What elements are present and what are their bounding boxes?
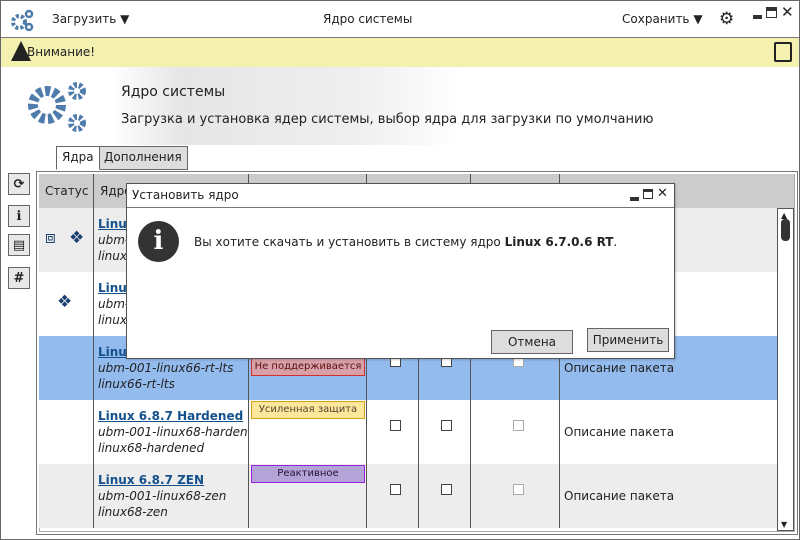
save-menu[interactable]: Сохранить ▼ <box>622 12 703 26</box>
cancel-button[interactable]: Отмена <box>491 330 573 354</box>
load-menu-label: Загрузить <box>52 12 117 26</box>
checkbox-cell <box>471 400 560 464</box>
close-icon[interactable]: ✕ <box>657 186 668 201</box>
checkbox-disabled <box>513 484 524 495</box>
checkbox-cell <box>471 464 560 528</box>
gear-icon[interactable]: ⚙ <box>719 9 734 29</box>
kernel-id: linux66-rt-lts <box>98 377 175 391</box>
kernel-package: ubm-001-linux66-rt-lts <box>98 361 234 375</box>
tag-badge: Усиленная защита <box>251 401 365 419</box>
dialog-message: Вы хотите скачать и установить в систему… <box>194 235 617 249</box>
header-banner: Ядро системы Загрузка и установка ядер с… <box>1 67 799 145</box>
kernel-package: ubm-001-linux68-zen <box>98 489 227 503</box>
hash-button[interactable]: # <box>8 267 30 289</box>
packages-icon: ⧈ <box>45 228 56 248</box>
checkbox[interactable] <box>390 420 401 431</box>
save-menu-label: Сохранить <box>622 12 690 26</box>
tab-kernels[interactable]: Ядра <box>56 146 100 170</box>
message-kernel: Linux 6.7.0.6 RT <box>504 235 614 249</box>
desc-cell: Описание пакета <box>560 464 777 528</box>
checkbox[interactable] <box>390 484 401 495</box>
tab-extras[interactable]: Дополнения <box>98 146 188 170</box>
package-description: Описание пакета <box>564 489 675 503</box>
warning-text: Внимание! <box>27 45 96 59</box>
status-cell <box>39 400 94 464</box>
load-menu[interactable]: Загрузить ▼ <box>52 12 129 26</box>
table-scrollbar[interactable]: ▲ ▼ <box>777 208 794 531</box>
tag-badge: Реактивное <box>251 465 365 483</box>
tags-cell: Реактивное <box>249 464 367 528</box>
document-icon: ▤ <box>12 237 26 253</box>
gears-logo-icon <box>11 9 34 32</box>
desc-cell: Описание пакета <box>560 400 777 464</box>
message-text: Вы хотите скачать и установить в систему… <box>194 235 505 249</box>
info-button[interactable]: ℹ <box>8 205 30 227</box>
status-cell: ⧈ ❖ <box>39 208 94 272</box>
refresh-icon: ⟳ <box>13 176 25 192</box>
maximize-icon[interactable] <box>766 7 777 18</box>
install-kernel-dialog: Установить ядро ✕ i Вы хотите скачать и … <box>126 183 675 359</box>
package-description: Описание пакета <box>564 361 675 375</box>
kernel-name-link[interactable]: Linux 6.8.7 ZEN <box>98 472 248 488</box>
minimize-icon[interactable] <box>630 197 639 201</box>
package-description: Описание пакета <box>564 425 675 439</box>
kernel-id: linux68-zen <box>98 505 168 519</box>
refresh-button[interactable]: ⟳ <box>8 173 30 195</box>
kernel-package: ubm-001-linux68-hardened <box>98 425 248 439</box>
app-window: Загрузить ▼ Ядро системы Сохранить ▼ ⚙ ✕… <box>0 0 800 540</box>
maximize-icon[interactable] <box>643 189 653 199</box>
table-row[interactable]: Linux 6.8.7 Hardened ubm-001-linux68-har… <box>39 400 777 464</box>
page-subtitle: Загрузка и установка ядер системы, выбор… <box>121 112 654 127</box>
kernel-id: linux68-hardened <box>98 441 205 455</box>
chevron-down-icon: ▼ <box>693 12 703 26</box>
chevron-down-icon: ▼ <box>120 12 130 26</box>
dialog-title: Установить ядро <box>132 188 239 202</box>
scroll-thumb[interactable] <box>781 219 790 241</box>
status-cell: ❖ <box>39 272 94 336</box>
checkbox-cell <box>419 400 471 464</box>
checkbox-disabled <box>513 420 524 431</box>
kernel-name-link[interactable]: Linux 6.8.7 Hardened <box>98 408 248 424</box>
checkbox-cell <box>367 400 419 464</box>
tag-badge: Не поддерживается <box>251 358 365 376</box>
close-icon[interactable]: ✕ <box>781 3 794 21</box>
document-button[interactable]: ▤ <box>8 234 30 256</box>
kernel-cell: Linux 6.8.7 Hardened ubm-001-linux68-har… <box>94 400 249 464</box>
info-icon: i <box>138 221 179 262</box>
checkbox-cell <box>367 464 419 528</box>
window-title: Ядро системы <box>323 12 413 26</box>
scroll-down-icon[interactable]: ▼ <box>781 520 787 529</box>
warning-bar: Внимание! <box>1 38 799 67</box>
dropbox-icon: ❖ <box>69 228 85 248</box>
gears-icon <box>28 82 86 132</box>
col-status[interactable]: Статус <box>39 174 94 208</box>
status-cell <box>39 464 94 528</box>
hash-icon: # <box>13 270 25 286</box>
checkbox[interactable] <box>441 420 452 431</box>
tags-cell: Усиленная защита <box>249 400 367 464</box>
apply-button[interactable]: Применить <box>587 328 669 352</box>
dropbox-icon: ❖ <box>57 292 73 312</box>
kernel-cell: Linux 6.8.7 ZEN ubm-001-linux68-zen linu… <box>94 464 249 528</box>
checkbox-cell <box>419 464 471 528</box>
page-title: Ядро системы <box>121 84 226 100</box>
title-bar: Загрузить ▼ Ядро системы Сохранить ▼ ⚙ ✕ <box>1 1 799 38</box>
checkbox[interactable] <box>441 484 452 495</box>
status-cell <box>39 336 94 400</box>
save-lock-icon[interactable] <box>774 42 792 62</box>
info-icon: ℹ <box>16 208 22 224</box>
dialog-title-bar: Установить ядро ✕ <box>127 184 674 208</box>
minimize-icon[interactable] <box>753 15 762 19</box>
table-row[interactable]: Linux 6.8.7 ZEN ubm-001-linux68-zen linu… <box>39 464 777 528</box>
message-period: . <box>613 235 618 249</box>
